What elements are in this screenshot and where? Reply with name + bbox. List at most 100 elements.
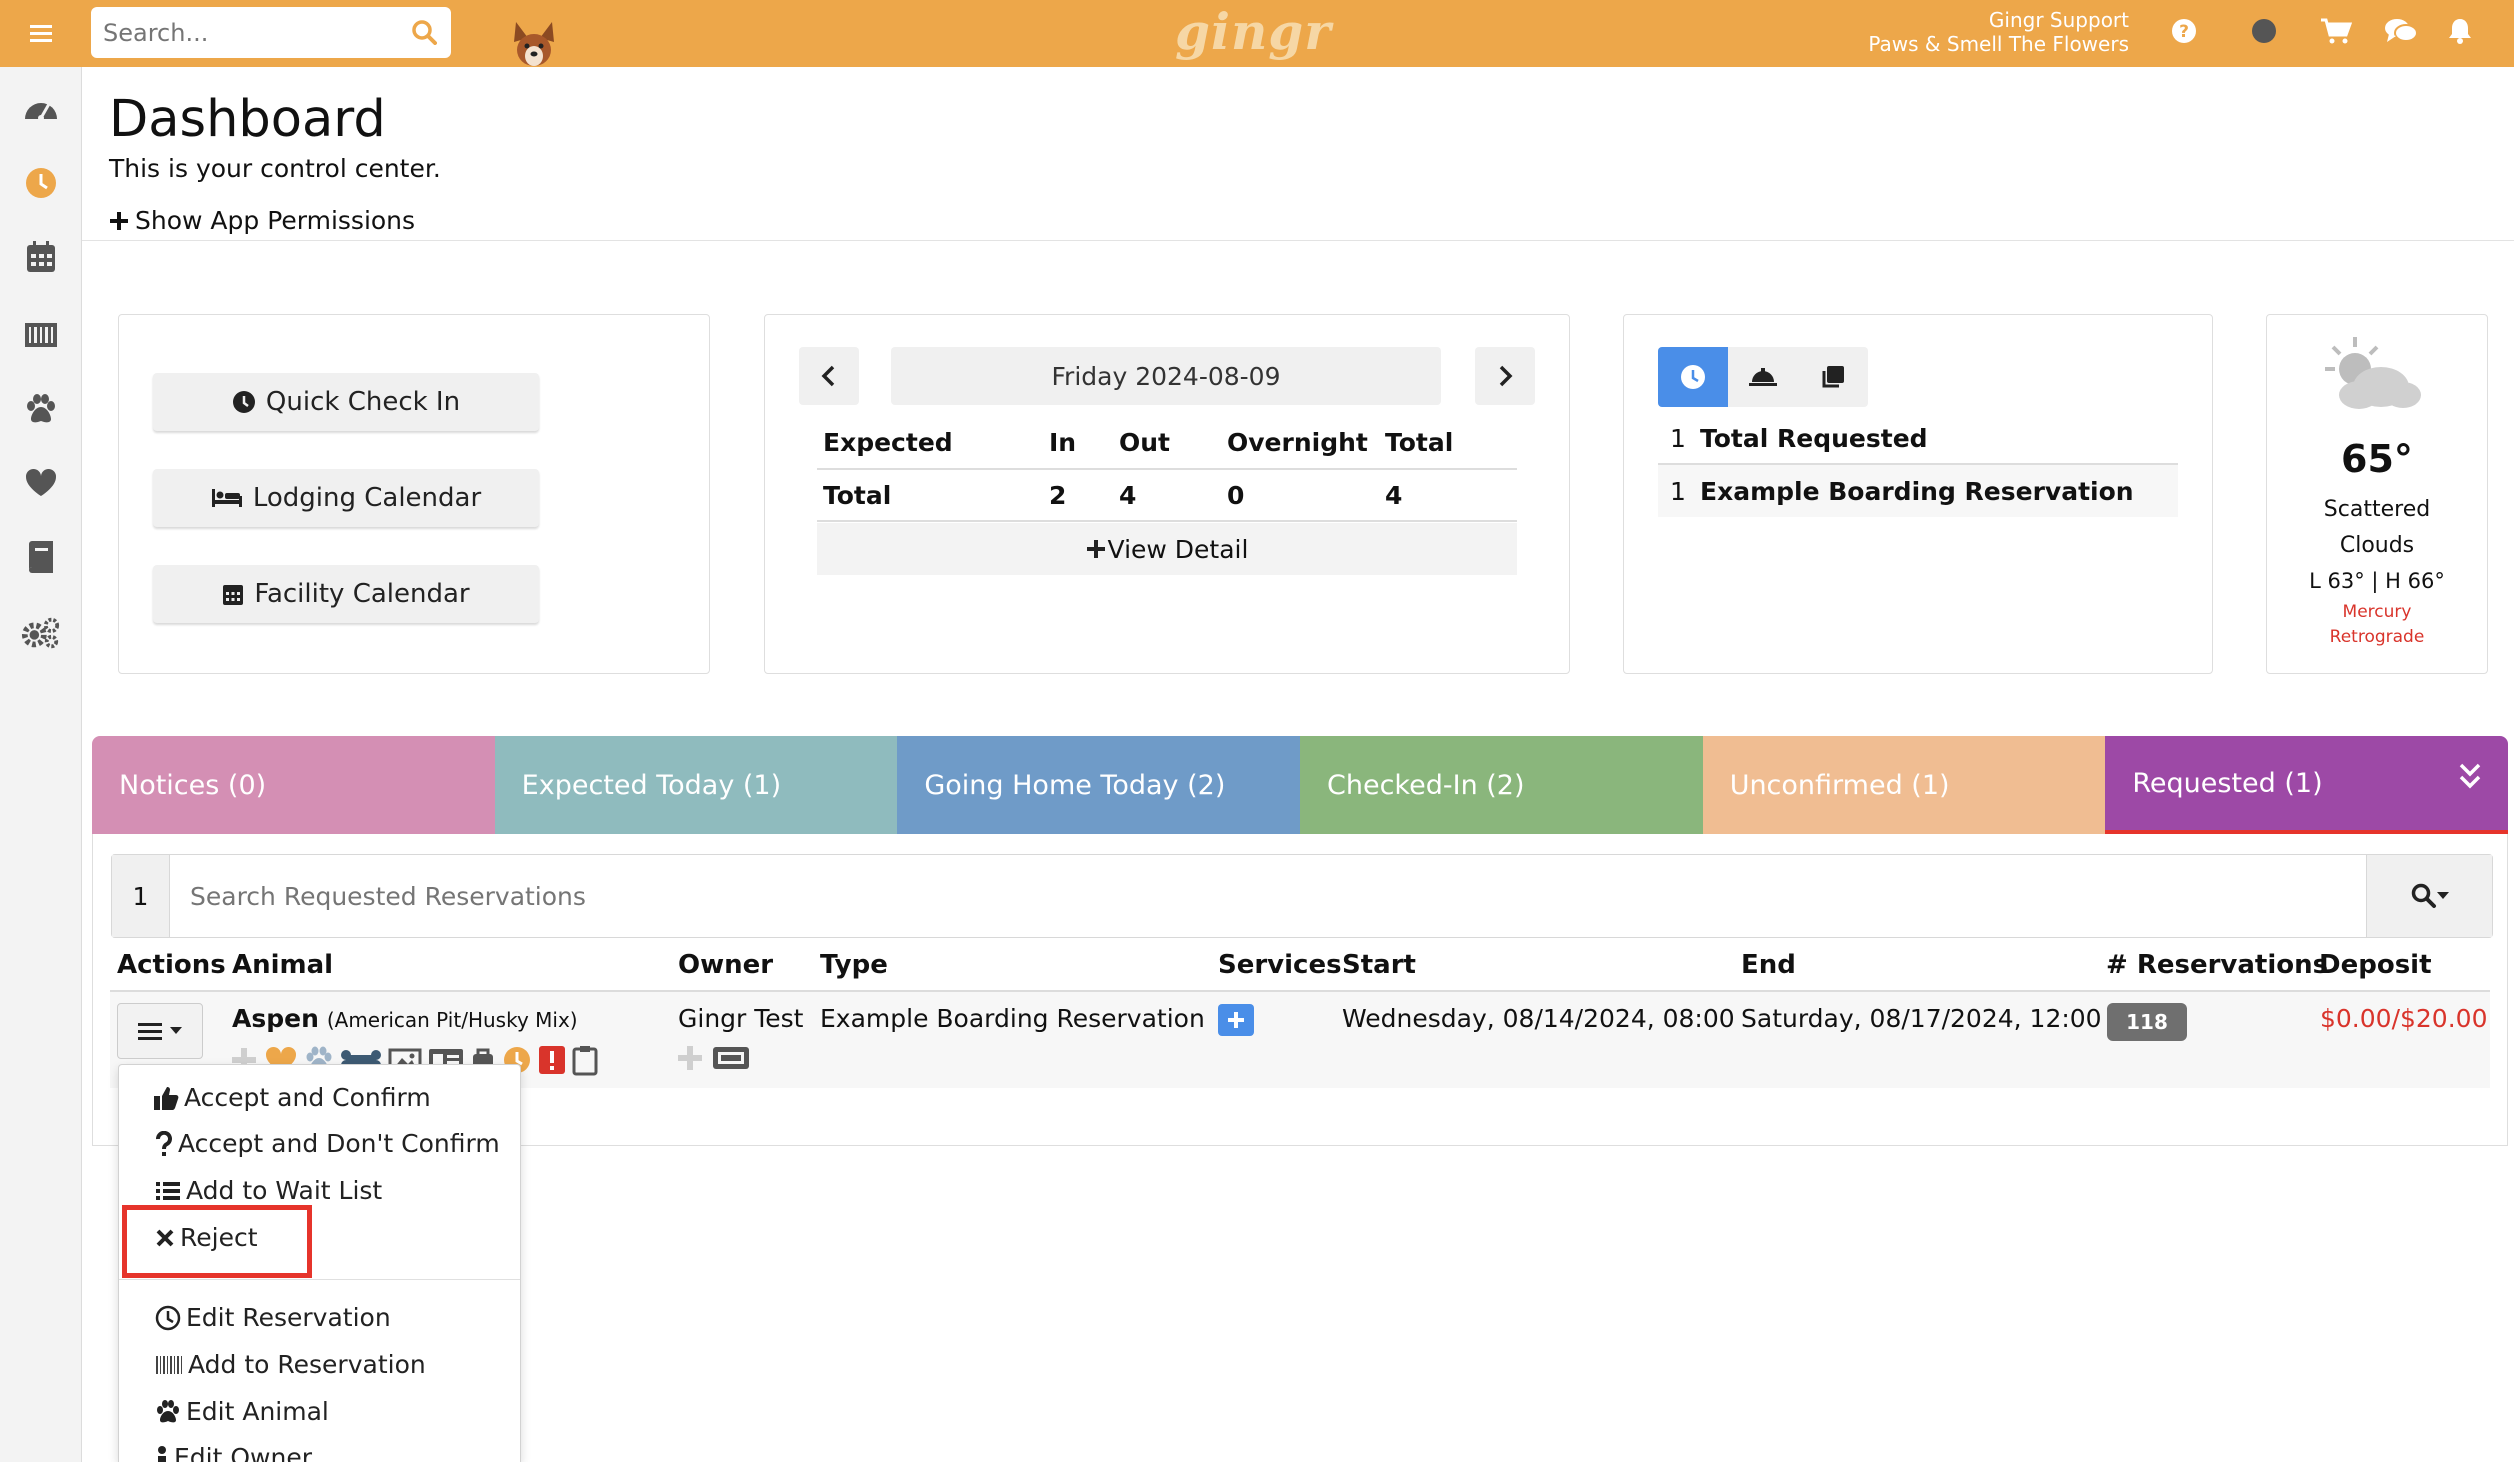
quick-check-in-button[interactable]: Quick Check In	[153, 373, 539, 431]
column-end[interactable]: End	[1741, 950, 1796, 980]
item-count: 1	[1670, 423, 1686, 453]
chat-icon[interactable]	[2384, 17, 2418, 45]
menu-item-wait-list[interactable]: Add to Wait List	[155, 1176, 382, 1205]
user-info[interactable]: Gingr Support Paws & Smell The Flowers	[1868, 8, 2129, 56]
help-icon[interactable]: ?	[2170, 17, 2198, 45]
bed-icon	[211, 489, 242, 507]
menu-item-edit-animal[interactable]: Edit Animal	[155, 1397, 329, 1426]
brand-logo[interactable]: gingr	[1175, 2, 1332, 61]
tab-checked-in[interactable]: Checked-In (2)	[1300, 736, 1703, 834]
view-detail-button[interactable]: View Detail	[817, 523, 1517, 575]
tab-expected-today[interactable]: Expected Today (1)	[494, 736, 898, 834]
caret-down-icon	[2436, 892, 2449, 899]
reservation-count-badge[interactable]: 118	[2107, 1003, 2187, 1041]
table-row: Total 2 4 0 4	[817, 469, 1517, 521]
search-options-button[interactable]	[2366, 855, 2492, 937]
plus-icon[interactable]	[676, 1044, 704, 1072]
sidebar-item-favorites[interactable]	[21, 463, 61, 503]
reservation-search-input[interactable]	[190, 855, 2290, 937]
tab-unconfirmed[interactable]: Unconfirmed (1)	[1702, 736, 2106, 834]
tab-services[interactable]	[1728, 347, 1798, 407]
quick-check-in-label: Quick Check In	[265, 387, 461, 417]
double-chevron-down-icon[interactable]	[2458, 762, 2482, 792]
lodging-calendar-button[interactable]: Lodging Calendar	[153, 469, 539, 527]
user-icon	[158, 1445, 166, 1462]
business-name: Paws & Smell The Flowers	[1868, 32, 2129, 56]
row-actions-button[interactable]	[117, 1003, 203, 1059]
column-type[interactable]: Type	[820, 950, 888, 980]
tab-copies[interactable]	[1798, 347, 1868, 407]
menu-item-edit-reservation[interactable]: Edit Reservation	[155, 1303, 391, 1332]
show-permissions-link[interactable]: Show App Permissions	[109, 206, 415, 235]
menu-item-label: Add to Reservation	[188, 1350, 426, 1379]
requested-summary-card: 1 Total Requested 1 Example Boarding Res…	[1623, 314, 2213, 674]
weather-condition-line1: Scattered	[2323, 497, 2431, 522]
chevron-right-icon	[1499, 365, 1513, 387]
bell-icon[interactable]	[2447, 17, 2473, 45]
dashboard-icon	[25, 103, 57, 121]
weather-range: L 63° | H 66°	[2309, 569, 2445, 593]
previous-day-button[interactable]	[799, 347, 859, 405]
day-summary-table: Expected In Out Overnight Total Total 2 …	[817, 417, 1517, 522]
tab-requested[interactable]: Requested (1)	[2105, 736, 2508, 834]
clock-icon	[155, 1305, 181, 1330]
money-icon[interactable]	[712, 1044, 750, 1072]
sidebar-item-pos[interactable]	[21, 315, 61, 355]
barcode-icon	[156, 1355, 182, 1374]
user-name: Gingr Support	[1988, 8, 2129, 32]
facility-calendar-button[interactable]: Facility Calendar	[153, 565, 539, 623]
menu-item-add-to-reservation[interactable]: Add to Reservation	[155, 1350, 426, 1379]
menu-item-edit-owner[interactable]: Edit Owner	[155, 1443, 312, 1462]
cell-in: 2	[1049, 480, 1067, 510]
animal-name-link[interactable]: Aspen	[232, 1004, 319, 1033]
menu-item-accept-dont-confirm[interactable]: Accept and Don't Confirm	[155, 1129, 500, 1158]
reject-highlight-box	[122, 1205, 312, 1278]
date-display[interactable]: Friday 2024-08-09	[891, 347, 1441, 405]
menu-item-label: Accept and Confirm	[184, 1083, 431, 1112]
column-start[interactable]: Start	[1342, 950, 1416, 980]
search-icon	[2411, 883, 2436, 908]
sidebar	[0, 67, 82, 1462]
tab-notices[interactable]: Notices (0)	[92, 736, 495, 834]
list-item[interactable]: 1 Example Boarding Reservation	[1658, 465, 2178, 517]
sidebar-item-dashboard[interactable]	[21, 87, 61, 127]
cart-icon[interactable]	[2320, 17, 2352, 45]
settings-icon	[21, 617, 60, 649]
sidebar-item-settings[interactable]	[21, 613, 61, 653]
tab-going-home-today[interactable]: Going Home Today (2)	[897, 736, 1301, 834]
result-count: 1	[112, 855, 170, 937]
sidebar-item-calendar[interactable]	[21, 237, 61, 277]
next-day-button[interactable]	[1475, 347, 1535, 405]
column-deposit[interactable]: Deposit	[2319, 950, 2432, 980]
column-owner[interactable]: Owner	[678, 950, 773, 980]
alert-icon[interactable]	[538, 1045, 566, 1075]
menu-item-accept-confirm[interactable]: Accept and Confirm	[153, 1083, 431, 1112]
search-icon[interactable]	[411, 19, 437, 45]
sidebar-item-reports[interactable]	[21, 537, 61, 577]
bell-service-icon	[1749, 368, 1777, 386]
column-reservation-count[interactable]: # Reservations	[2106, 950, 2328, 980]
menu-item-label: Add to Wait List	[186, 1176, 383, 1205]
column-in: In	[1049, 428, 1077, 457]
sidebar-item-animals[interactable]	[21, 389, 61, 429]
clock-icon	[1681, 365, 1705, 389]
menu-toggle-button[interactable]	[18, 10, 64, 56]
global-search-input[interactable]	[103, 7, 393, 58]
status-icon[interactable]	[2250, 17, 2278, 45]
paw-icon	[157, 1399, 179, 1422]
tab-requested-reservations[interactable]	[1658, 347, 1728, 407]
column-total: Total	[1385, 428, 1454, 457]
owner-name-link[interactable]: Gingr Test	[678, 1004, 804, 1033]
hamburger-icon	[30, 25, 52, 42]
deposit-amount: $0.00/$20.00	[2320, 1004, 2488, 1033]
add-service-button[interactable]	[1218, 1004, 1254, 1036]
weather-cloud-sun-icon	[2325, 337, 2421, 409]
sidebar-item-reservations[interactable]	[21, 163, 61, 203]
weather-card: 65° Scattered Clouds L 63° | H 66° Mercu…	[2266, 314, 2488, 674]
clipboard-icon[interactable]	[572, 1044, 598, 1076]
svg-text:?: ?	[2179, 22, 2189, 42]
page-subtitle: This is your control center.	[109, 154, 441, 183]
column-animal[interactable]: Animal	[232, 950, 333, 980]
hamburger-icon	[138, 1023, 162, 1040]
day-summary-card: Friday 2024-08-09 Expected In Out Overni…	[764, 314, 1570, 674]
